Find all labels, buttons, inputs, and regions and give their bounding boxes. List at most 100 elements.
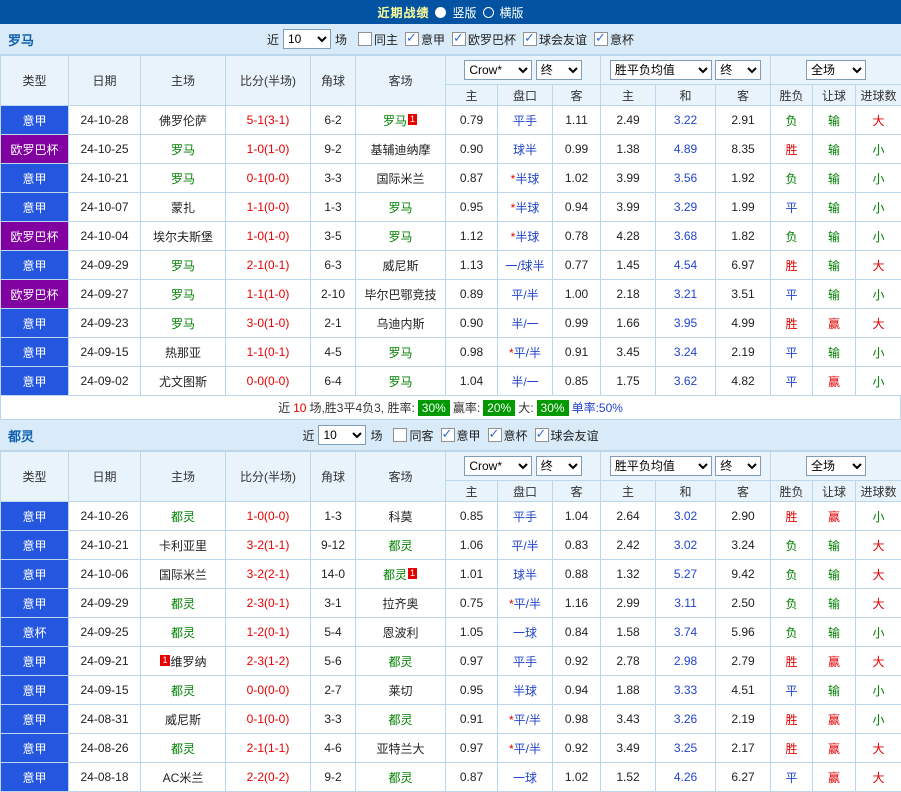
odds-home: 1.04	[446, 367, 498, 396]
games-label: 场	[335, 31, 347, 48]
filter-checkbox[interactable]	[523, 32, 537, 46]
odds-final-select[interactable]: 终	[536, 456, 582, 476]
odds-handicap: 半/一	[498, 309, 553, 338]
match-date: 24-10-26	[69, 502, 141, 531]
home-team: 罗马	[141, 135, 226, 164]
avg-draw: 4.26	[656, 763, 716, 792]
avg-away: 6.97	[716, 251, 771, 280]
result-handicap: 输	[813, 135, 856, 164]
match-row: 意甲24-08-31威尼斯0-1(0-0)3-3都灵0.91*平/半0.983.…	[1, 705, 901, 734]
league-type: 意甲	[1, 251, 69, 280]
avg-select[interactable]: 胜平负均值	[610, 60, 712, 80]
filter-checkbox-group: 同主 意甲 欧罗巴杯 球会友谊 意杯	[351, 31, 634, 48]
result-handicap: 输	[813, 589, 856, 618]
corner-score: 4-5	[311, 338, 356, 367]
fullmatch-select[interactable]: 全场	[806, 60, 866, 80]
filter-checkbox[interactable]	[358, 32, 372, 46]
odds-handicap: 平手	[498, 502, 553, 531]
filter-checkbox[interactable]	[535, 428, 549, 442]
home-team: 罗马	[141, 309, 226, 338]
corner-score: 5-4	[311, 618, 356, 647]
avg-home: 3.45	[601, 338, 656, 367]
filter-checkbox[interactable]	[393, 428, 407, 442]
team-label: 都灵	[383, 568, 407, 582]
layout-horizontal-radio[interactable]	[483, 7, 494, 18]
filter-checkbox-group: 同客 意甲 意杯 球会友谊	[386, 427, 598, 444]
away-team: 都灵	[356, 531, 446, 560]
filter-checkbox[interactable]	[488, 428, 502, 442]
filter-checkbox-label[interactable]: 同主	[374, 33, 398, 47]
layout-horizontal-label[interactable]: 横版	[500, 4, 524, 21]
filter-checkbox-label[interactable]: 意杯	[504, 429, 528, 443]
away-team: 恩波利	[356, 618, 446, 647]
match-score: 2-1(0-1)	[226, 251, 311, 280]
odds-away: 1.16	[553, 589, 601, 618]
filter-checkbox-label[interactable]: 意杯	[610, 33, 634, 47]
avg-draw: 3.02	[656, 531, 716, 560]
layout-vertical-radio[interactable]	[435, 7, 446, 18]
avg-select[interactable]: 胜平负均值	[610, 456, 712, 476]
avg-away: 4.82	[716, 367, 771, 396]
team-label: 都灵	[171, 626, 195, 640]
odds-company-select[interactable]: Crow*	[464, 60, 532, 80]
filter-checkbox[interactable]	[405, 32, 419, 46]
filter-checkbox[interactable]	[441, 428, 455, 442]
away-team: 罗马	[356, 367, 446, 396]
team-name: 罗马	[8, 30, 34, 49]
recent-count-select[interactable]: 10	[283, 29, 331, 49]
filter-checkbox-label[interactable]: 欧罗巴杯	[468, 33, 516, 47]
avg-away: 5.96	[716, 618, 771, 647]
odds-handicap: 平/半	[498, 531, 553, 560]
filter-checkbox-label[interactable]: 意甲	[421, 33, 445, 47]
odds-home: 0.90	[446, 135, 498, 164]
odds-away: 0.92	[553, 734, 601, 763]
match-score: 2-3(0-1)	[226, 589, 311, 618]
away-team: 都灵	[356, 763, 446, 792]
match-date: 24-09-21	[69, 647, 141, 676]
result-goals: 大	[856, 309, 901, 338]
fullmatch-select[interactable]: 全场	[806, 456, 866, 476]
team-label: 都灵	[388, 713, 412, 727]
match-row: 欧罗巴杯24-09-27罗马1-1(1-0)2-10毕尔巴鄂竞技0.89平/半1…	[1, 280, 901, 309]
filter-checkbox[interactable]	[452, 32, 466, 46]
away-team: 罗马	[356, 222, 446, 251]
home-team: 威尼斯	[141, 705, 226, 734]
result-handicap: 输	[813, 618, 856, 647]
layout-vertical-label[interactable]: 竖版	[452, 4, 476, 21]
match-row: 意甲24-10-28佛罗伦萨5-1(3-1)6-2罗马10.79平手1.112.…	[1, 106, 901, 135]
match-score: 0-1(0-0)	[226, 164, 311, 193]
result-handicap: 赢	[813, 734, 856, 763]
odds-home: 0.91	[446, 705, 498, 734]
recent-count-select[interactable]: 10	[318, 425, 366, 445]
filter-checkbox-label[interactable]: 球会友谊	[539, 33, 587, 47]
filter-checkbox[interactable]	[594, 32, 608, 46]
corner-score: 6-3	[311, 251, 356, 280]
match-date: 24-10-04	[69, 222, 141, 251]
avg-final-select[interactable]: 终	[715, 60, 761, 80]
avg-away: 1.82	[716, 222, 771, 251]
result-goals: 大	[856, 734, 901, 763]
odds-home: 0.95	[446, 193, 498, 222]
odds-away: 0.94	[553, 193, 601, 222]
avg-home: 2.18	[601, 280, 656, 309]
odds-final-select[interactable]: 终	[536, 60, 582, 80]
match-row: 意甲24-08-18AC米兰2-2(0-2)9-2都灵0.87一球1.021.5…	[1, 763, 901, 792]
avg-away: 1.99	[716, 193, 771, 222]
col-header-type: 类型	[1, 452, 69, 502]
odds-away: 0.94	[553, 676, 601, 705]
filter-checkbox-label[interactable]: 球会友谊	[551, 429, 599, 443]
corner-score: 1-3	[311, 502, 356, 531]
filter-checkbox-label[interactable]: 意甲	[457, 429, 481, 443]
win-rate-badge: 30%	[418, 400, 450, 416]
odds-company-select[interactable]: Crow*	[464, 456, 532, 476]
filter-checkbox-label[interactable]: 同客	[409, 429, 433, 443]
avg-final-select[interactable]: 终	[715, 456, 761, 476]
single-rate-label: 单率:50%	[572, 399, 623, 416]
corner-score: 2-7	[311, 676, 356, 705]
corner-score: 3-3	[311, 164, 356, 193]
corner-score: 6-4	[311, 367, 356, 396]
red-card-badge: 1	[160, 655, 169, 666]
corner-score: 14-0	[311, 560, 356, 589]
col-header-date: 日期	[69, 56, 141, 106]
odds-handicap: *平/半	[498, 589, 553, 618]
